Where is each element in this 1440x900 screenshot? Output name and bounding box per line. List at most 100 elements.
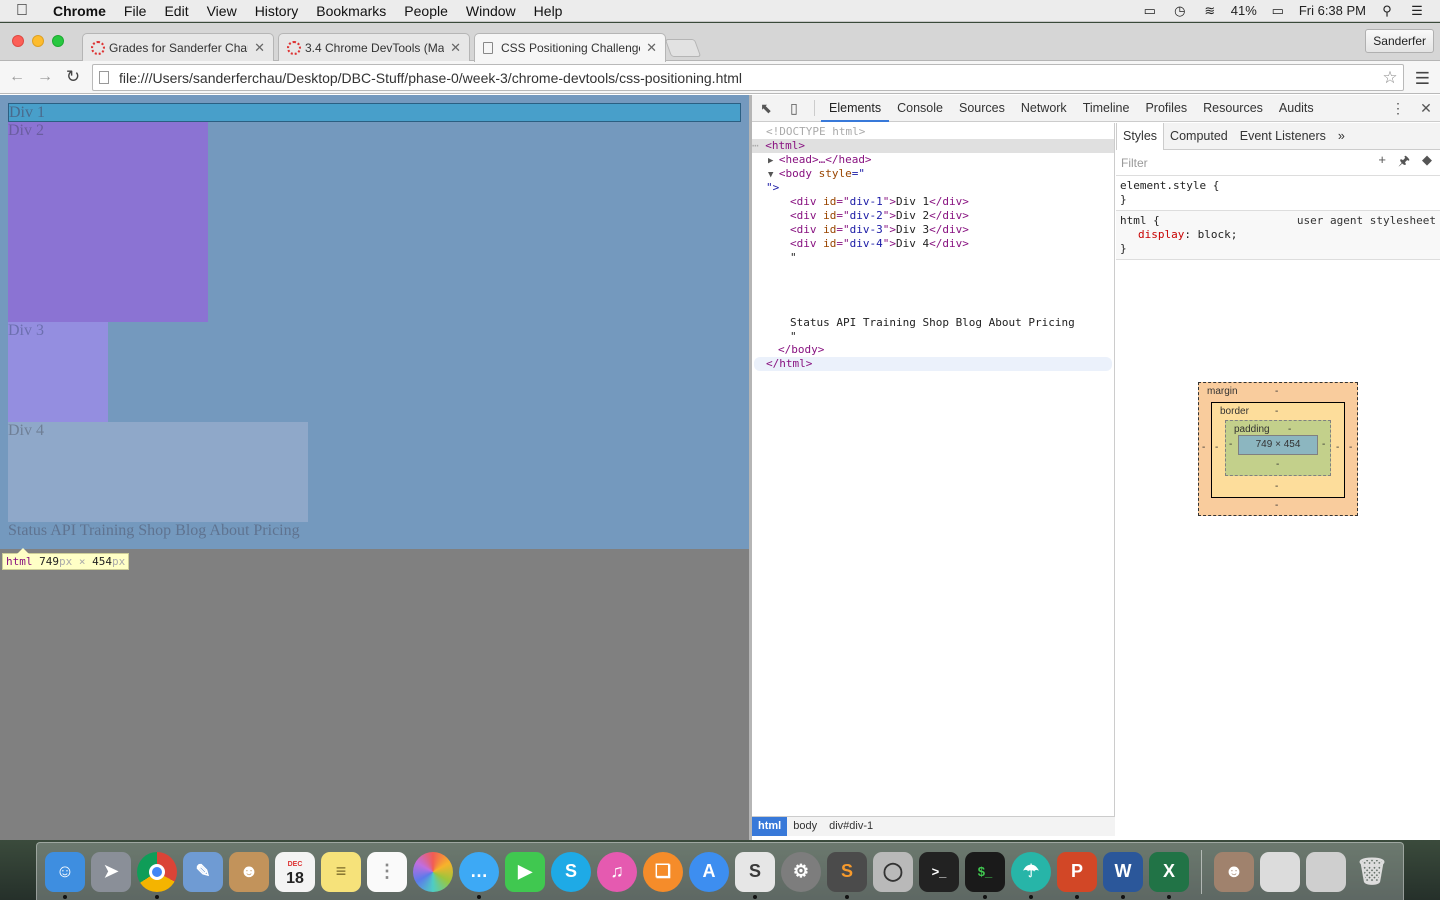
bookmark-star-icon[interactable]: ☆ <box>1377 68 1403 88</box>
system-preferences-icon[interactable]: ⚙ <box>781 851 821 892</box>
word-icon[interactable]: W <box>1103 851 1143 899</box>
minimize-window-button[interactable] <box>32 35 44 47</box>
new-style-rule-icon[interactable]: + <box>1378 152 1386 174</box>
tab-audits[interactable]: Audits <box>1271 95 1322 122</box>
tab-profiles[interactable]: Profiles <box>1137 95 1195 122</box>
spotlight-icon[interactable]: ⚲ <box>1378 3 1396 18</box>
close-tab-icon[interactable]: ✕ <box>450 40 461 56</box>
contacts-icon[interactable]: ☻ <box>229 851 269 892</box>
crumb-body[interactable]: body <box>787 817 823 836</box>
dom-div-2[interactable]: <div id="div-2">Div 2</div> <box>790 209 969 223</box>
terminal-icon[interactable]: >_ <box>919 851 959 892</box>
finder-icon[interactable]: ☺ <box>45 851 85 899</box>
expand-triangle-icon[interactable]: ▶ <box>768 156 779 166</box>
crumb-div-1[interactable]: div#div-1 <box>823 817 879 836</box>
sublime-text-icon[interactable]: S <box>827 851 867 899</box>
new-tab-button[interactable] <box>664 39 702 57</box>
device-mode-icon[interactable]: ▯ <box>780 100 808 117</box>
terminal-2-icon[interactable]: $_ <box>965 851 1005 899</box>
dom-body-open[interactable]: ▼ <body style=" <box>768 167 865 181</box>
tab-resources[interactable]: Resources <box>1195 95 1271 122</box>
close-tab-icon[interactable]: ✕ <box>646 40 657 56</box>
disk-utility-icon[interactable]: ◯ <box>873 851 913 892</box>
battery-icon[interactable]: ▭ <box>1269 3 1287 18</box>
dom-div-1[interactable]: <div id="div-1">Div 1</div> <box>790 195 969 209</box>
tab-timeline[interactable]: Timeline <box>1075 95 1138 122</box>
tab-event-listeners[interactable]: Event Listeners <box>1234 123 1332 150</box>
profile-button[interactable]: Sanderfer <box>1365 29 1434 53</box>
tab-console[interactable]: Console <box>889 95 951 122</box>
launchpad-icon[interactable]: ➤ <box>91 851 131 892</box>
reminders-icon[interactable]: ⋮ <box>367 851 407 892</box>
close-tab-icon[interactable]: ✕ <box>254 40 265 56</box>
tab-styles[interactable]: Styles <box>1116 122 1165 150</box>
menu-help[interactable]: Help <box>525 3 572 19</box>
pin-state-icon[interactable]: 🖈 <box>1398 152 1410 174</box>
notes-icon[interactable]: ≡ <box>321 851 361 892</box>
dom-doctype[interactable]: <!DOCTYPE html> <box>766 125 865 139</box>
address-bar[interactable]: file:///Users/sanderferchau/Desktop/DBC-… <box>92 64 1404 91</box>
trash-icon[interactable]: 🗑 <box>1352 852 1392 892</box>
menu-bookmarks[interactable]: Bookmarks <box>307 3 395 19</box>
gyazo-icon[interactable]: ☂ <box>1011 851 1051 899</box>
crumb-html[interactable]: html <box>752 817 788 836</box>
chrome-icon[interactable] <box>137 851 177 899</box>
dom-head[interactable]: ▶ <head>…</head> <box>768 153 872 167</box>
element-style-rule[interactable]: element.style { } <box>1116 176 1440 211</box>
tab-css-positioning[interactable]: CSS Positioning Challenge ✕ <box>474 33 666 62</box>
user-photo-icon[interactable]: ☻ <box>1214 851 1254 892</box>
time-machine-icon[interactable]: ◷ <box>1171 3 1189 18</box>
excel-icon[interactable]: X <box>1149 851 1189 899</box>
menu-history[interactable]: History <box>246 3 308 19</box>
slack-icon[interactable]: S <box>735 851 775 899</box>
menu-file[interactable]: File <box>115 3 156 19</box>
dom-body-close[interactable]: </body> <box>778 343 824 357</box>
tab-grades[interactable]: Grades for Sanderfer Chau ✕ <box>82 33 274 61</box>
tab-devtools-manual[interactable]: 3.4 Chrome DevTools (Man ✕ <box>278 33 470 61</box>
more-options-icon[interactable]: ⋮ <box>1384 100 1412 117</box>
tab-computed[interactable]: Computed <box>1164 123 1234 150</box>
calendar-icon[interactable]: DEC 18 <box>275 851 315 892</box>
menu-app-name[interactable]: Chrome <box>44 3 115 19</box>
menu-edit[interactable]: Edit <box>155 3 197 19</box>
styles-filter[interactable]: Filter + 🖈 ◆ <box>1116 150 1440 176</box>
tab-elements[interactable]: Elements <box>821 95 890 122</box>
messages-icon[interactable]: … <box>459 851 499 899</box>
ibooks-icon[interactable]: ❏ <box>643 851 683 892</box>
menu-people[interactable]: People <box>395 3 457 19</box>
close-window-button[interactable] <box>12 35 24 47</box>
dom-text-node[interactable]: Status API Training Shop Blog About Pric… <box>790 316 1075 330</box>
html-ua-rule[interactable]: user agent stylesheet html { display: bl… <box>1116 211 1440 260</box>
chrome-menu-icon[interactable]: ☰ <box>1415 69 1430 89</box>
inspect-element-icon[interactable]: ⬉ <box>752 100 780 117</box>
more-tabs-icon[interactable]: » <box>1332 123 1351 150</box>
app-store-icon[interactable]: A <box>689 851 729 892</box>
downloads-stack-icon[interactable] <box>1260 851 1300 892</box>
clock[interactable]: Fri 6:38 PM <box>1299 3 1366 18</box>
dom-div-3[interactable]: <div id="div-3">Div 3</div> <box>790 223 969 237</box>
maximize-window-button[interactable] <box>52 35 64 47</box>
color-format-icon[interactable]: ◆ <box>1422 152 1432 174</box>
url-text[interactable]: file:///Users/sanderferchau/Desktop/DBC-… <box>119 70 1377 86</box>
skype-icon[interactable]: S <box>551 851 591 892</box>
photos-icon[interactable] <box>413 851 453 892</box>
airplay-icon[interactable]: ▭ <box>1141 3 1159 18</box>
documents-stack-icon[interactable] <box>1306 851 1346 892</box>
reload-icon[interactable]: ↻ <box>62 67 84 87</box>
tab-sources[interactable]: Sources <box>951 95 1013 122</box>
dom-html-open[interactable]: ⋯ <html> <box>752 139 1114 153</box>
preview-icon[interactable]: ✎ <box>183 851 223 892</box>
apple-menu-icon[interactable]:  <box>0 2 44 20</box>
itunes-icon[interactable]: ♫ <box>597 851 637 892</box>
forward-icon[interactable]: → <box>34 68 56 86</box>
menu-window[interactable]: Window <box>457 3 525 19</box>
menu-view[interactable]: View <box>198 3 246 19</box>
back-icon[interactable]: ← <box>6 68 28 86</box>
collapse-triangle-icon[interactable]: ▼ <box>768 170 779 180</box>
wifi-icon[interactable]: ≋ <box>1201 3 1219 18</box>
dom-html-close[interactable]: </html> <box>754 357 1112 371</box>
tab-network[interactable]: Network <box>1013 95 1075 122</box>
notification-center-icon[interactable]: ☰ <box>1408 3 1426 18</box>
box-content[interactable]: 749 × 454 <box>1238 435 1318 455</box>
facetime-icon[interactable]: ▶ <box>505 851 545 892</box>
